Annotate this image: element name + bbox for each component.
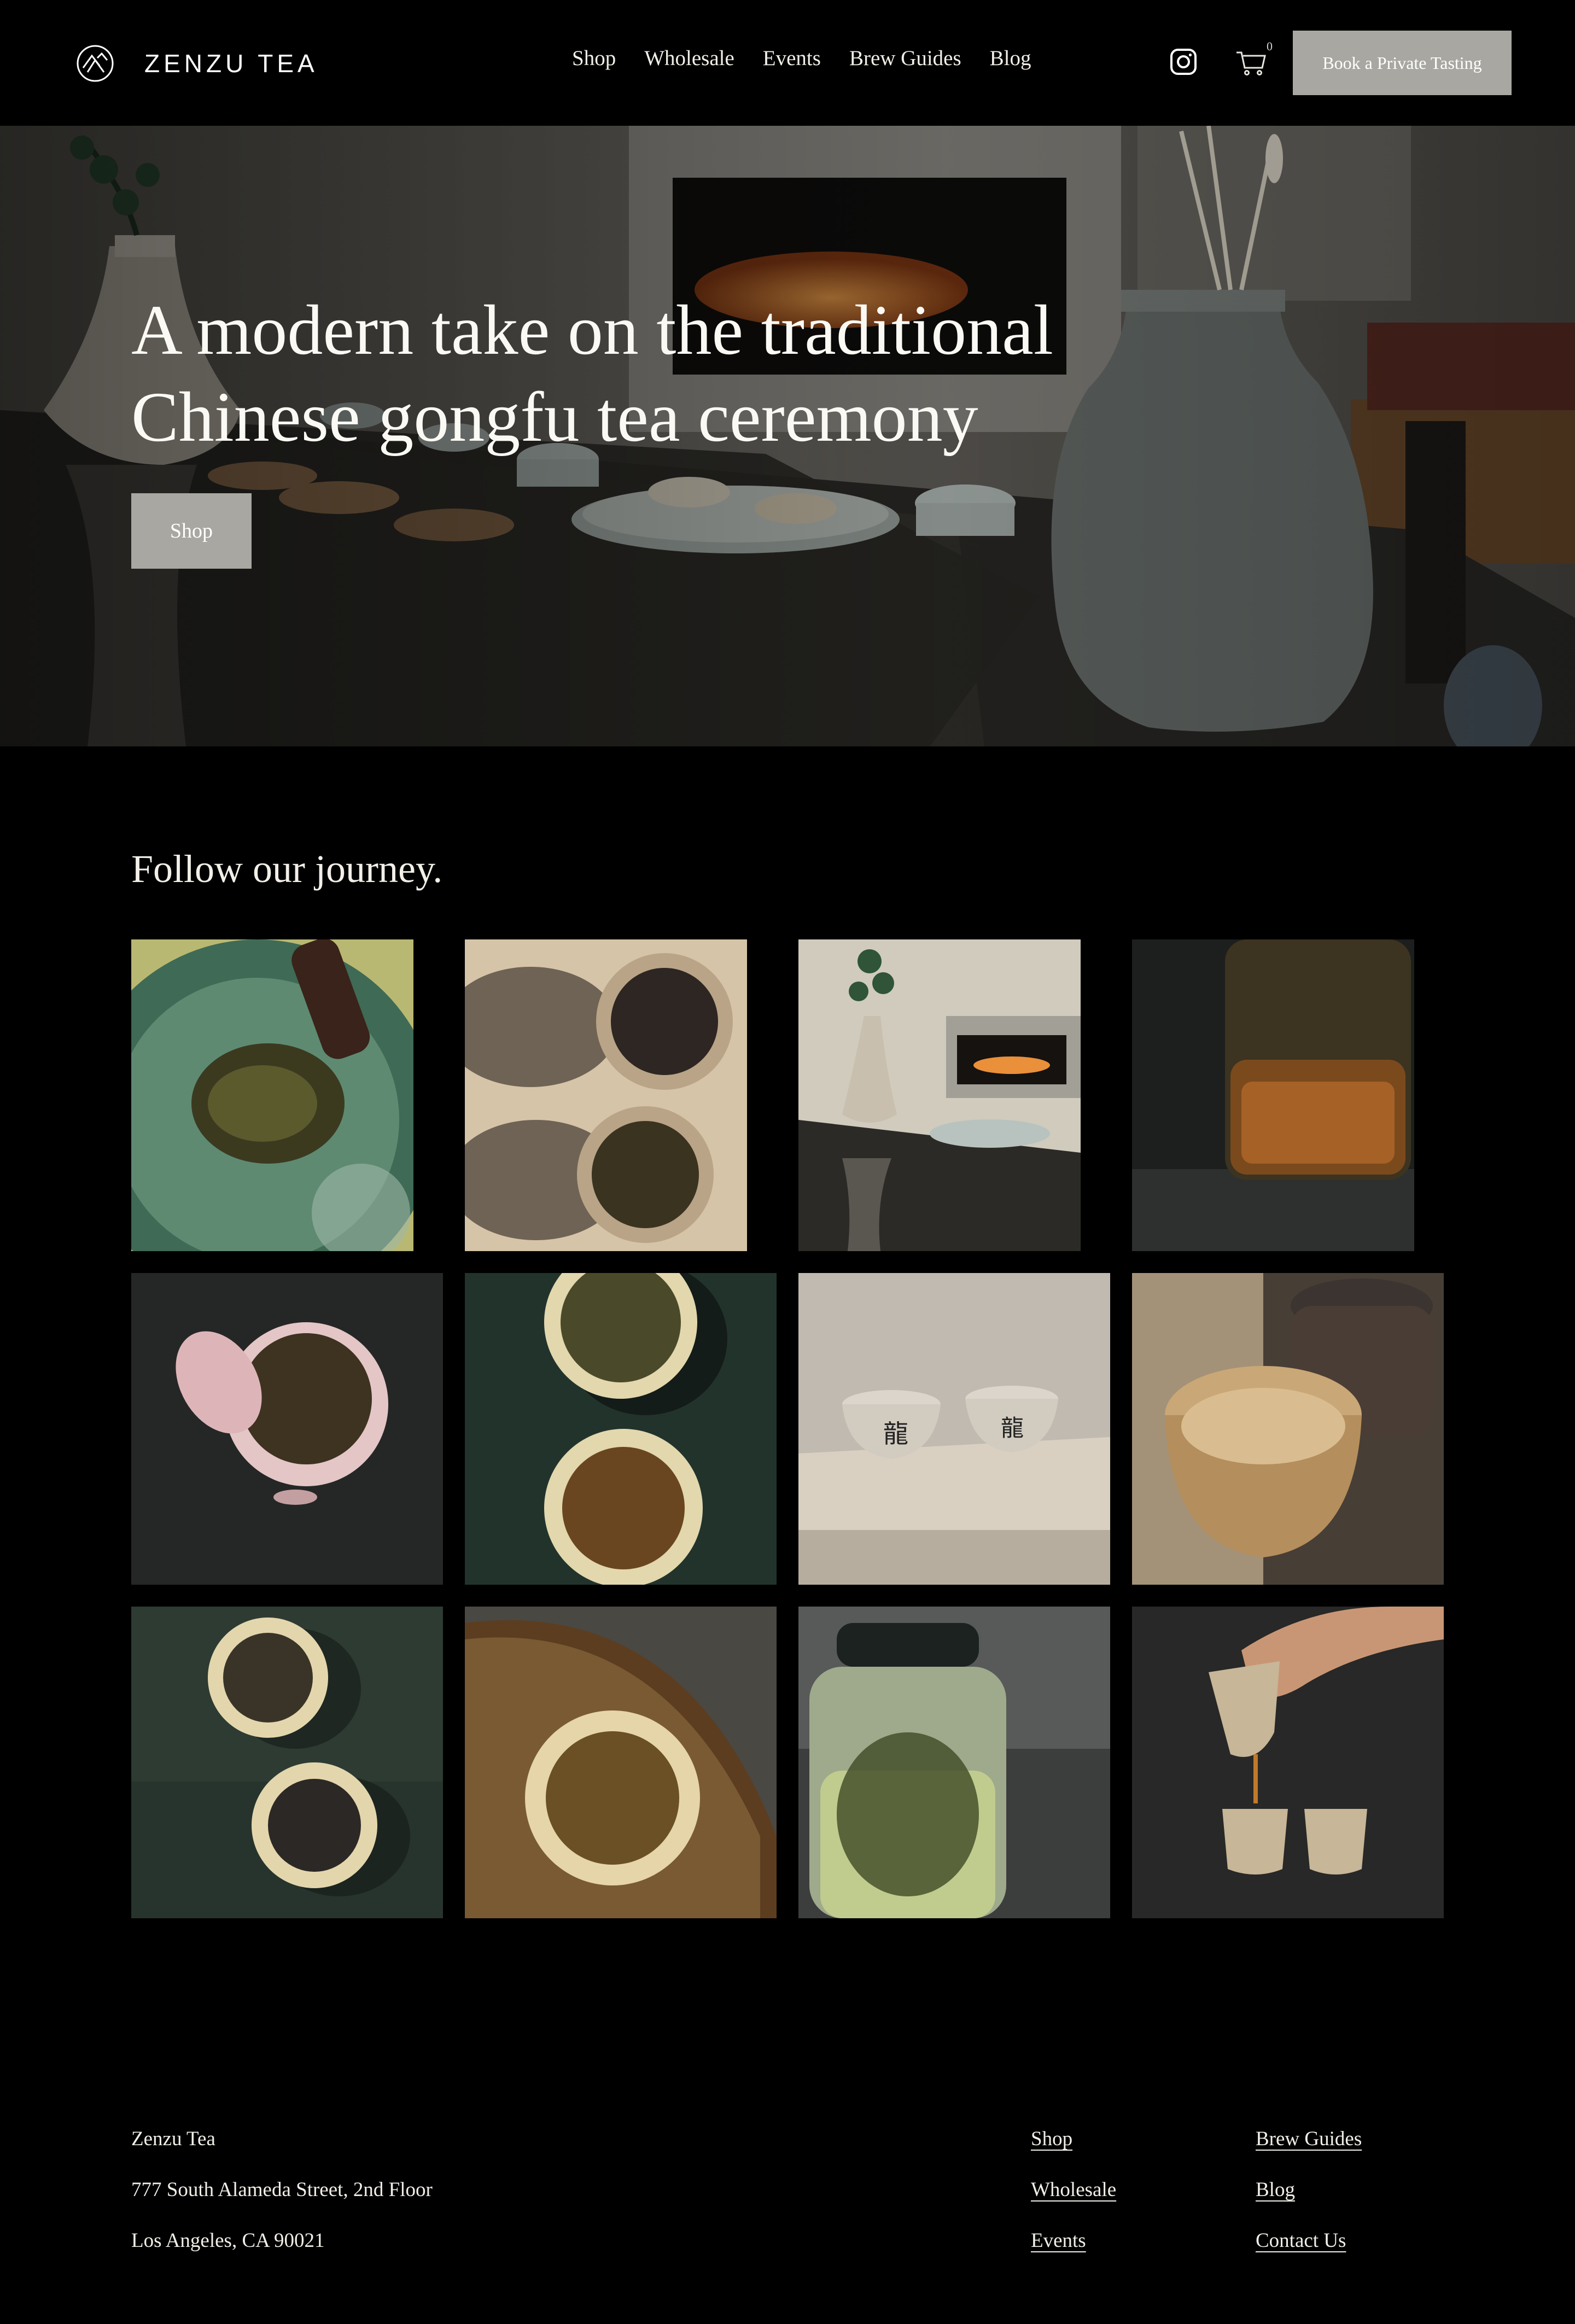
tea-table-fireplace-image [798, 939, 1081, 1251]
loose-leaf-green-tea-image [131, 939, 413, 1251]
main-nav: Shop Wholesale Events Brew Guides Blog [572, 46, 1031, 71]
gallery-image-10[interactable] [465, 1607, 777, 1918]
ceramic-cups-on-shelf-image: 龍 龍 [798, 1273, 1110, 1585]
svg-text:龍: 龍 [1001, 1415, 1024, 1441]
oolong-bowls-image [131, 1607, 443, 1918]
pink-gaiwan-image [131, 1273, 443, 1585]
footer-link-events[interactable]: Events [1031, 2229, 1086, 2252]
stoneware-cups-image [1132, 1273, 1444, 1585]
nav-blog[interactable]: Blog [990, 46, 1031, 71]
tea-bowls-on-wood-image [465, 939, 747, 1251]
gallery-image-11[interactable] [798, 1607, 1110, 1918]
gallery-image-6[interactable] [465, 1273, 777, 1585]
hero-shop-button[interactable]: Shop [131, 493, 252, 569]
gallery-image-9[interactable] [131, 1607, 443, 1918]
gallery-image-5[interactable] [131, 1273, 443, 1585]
gallery-image-3[interactable] [798, 939, 1081, 1251]
book-tasting-button[interactable]: Book a Private Tasting [1293, 31, 1512, 95]
glass-bottle-tea-image [798, 1607, 1110, 1918]
site-header: ZENZU TEA Shop Wholesale Events Brew Gui… [0, 0, 1575, 126]
nav-brew-guides[interactable]: Brew Guides [849, 46, 961, 71]
gallery-image-8[interactable] [1132, 1273, 1444, 1585]
instagram-icon [1170, 49, 1197, 75]
journey-heading: Follow our journey. [131, 847, 443, 891]
two-bowls-pearls-image [465, 1273, 777, 1585]
nav-wholesale[interactable]: Wholesale [644, 46, 734, 71]
hero-title: A modern take on the traditional Chinese… [131, 287, 1116, 460]
header-icons: 0 [1166, 39, 1273, 79]
gallery-image-1[interactable] [131, 939, 413, 1251]
footer-address-line2: Los Angeles, CA 90021 [131, 2229, 325, 2252]
zenzu-logo-icon [77, 45, 114, 82]
hero-title-line2: Chinese gongfu tea ceremony [131, 377, 978, 457]
hero-section: A modern take on the traditional Chinese… [0, 126, 1575, 746]
cart-count-badge: 0 [1267, 39, 1273, 53]
pouring-tea-image [1132, 1607, 1444, 1918]
jasmine-pearls-tray-image [465, 1607, 777, 1918]
cart-icon [1236, 51, 1266, 75]
footer-link-wholesale[interactable]: Wholesale [1031, 2178, 1116, 2202]
footer-link-blog[interactable]: Blog [1256, 2178, 1295, 2202]
footer-link-shop[interactable]: Shop [1031, 2127, 1072, 2151]
nav-events[interactable]: Events [763, 46, 821, 71]
gallery-image-2[interactable] [465, 939, 747, 1251]
brand-name: ZENZU TEA [144, 49, 318, 78]
cart-button[interactable]: 0 [1234, 39, 1273, 79]
gallery-image-12[interactable] [1132, 1607, 1444, 1918]
footer-company: Zenzu Tea [131, 2128, 215, 2150]
gallery-image-4[interactable] [1132, 939, 1414, 1251]
footer-link-brew-guides[interactable]: Brew Guides [1256, 2127, 1362, 2151]
gallery-image-7[interactable]: 龍 龍 [798, 1273, 1110, 1585]
brand[interactable]: ZENZU TEA [75, 44, 318, 83]
nav-shop[interactable]: Shop [572, 46, 616, 71]
footer-address-line1: 777 South Alameda Street, 2nd Floor [131, 2179, 433, 2201]
tea-jar-image [1132, 939, 1414, 1251]
instagram-link[interactable] [1166, 45, 1200, 79]
footer-link-contact[interactable]: Contact Us [1256, 2229, 1346, 2252]
hero-title-line1: A modern take on the traditional [131, 291, 1053, 370]
svg-text:龍: 龍 [883, 1419, 908, 1449]
